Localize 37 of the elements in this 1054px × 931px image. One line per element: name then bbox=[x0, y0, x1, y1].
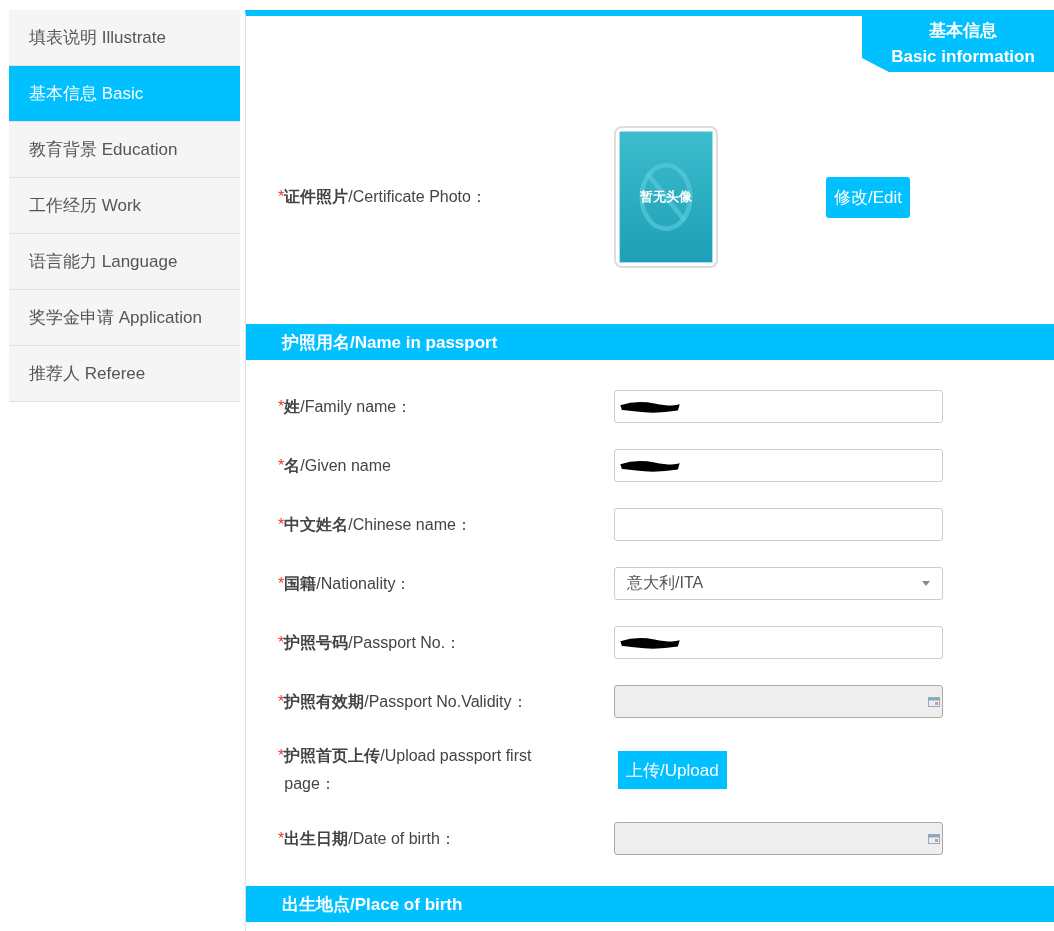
calendar-icon bbox=[928, 696, 940, 707]
field-label: 护照号码/Passport No.： bbox=[284, 632, 462, 653]
sidebar-item[interactable]: 填表说明 Illustrate bbox=[9, 10, 240, 66]
text-field[interactable] bbox=[614, 390, 943, 423]
field-label: 中文姓名/Chinese name： bbox=[284, 514, 472, 535]
required-mark: * bbox=[278, 455, 285, 476]
nationality-dropdown[interactable]: 意大利/ITA bbox=[614, 567, 943, 600]
required-mark: * bbox=[278, 828, 285, 849]
tab-subtitle: Basic information bbox=[891, 46, 1035, 68]
sidebar-item[interactable]: 工作经历 Work bbox=[9, 178, 240, 234]
sidebar-item[interactable]: 教育背景 Education bbox=[9, 122, 240, 178]
field-label: 护照首页上传/Upload passport first page： bbox=[284, 746, 533, 794]
tab-title: 基本信息 bbox=[929, 20, 997, 42]
required-mark: * bbox=[278, 746, 285, 766]
field-label: 姓/Family name： bbox=[284, 396, 413, 417]
sidebar-item[interactable]: 奖学金申请 Application bbox=[9, 290, 240, 346]
photo-text: 暂无头像 bbox=[640, 188, 692, 206]
caret-icon bbox=[922, 581, 930, 586]
required-mark: * bbox=[278, 573, 285, 594]
field-label: 证件照片/Certificate Photo： bbox=[284, 187, 487, 207]
section-title: 护照用名/Name in passport bbox=[282, 331, 498, 354]
sidebar-item[interactable]: 语言能力 Language bbox=[9, 234, 240, 290]
required-mark: * bbox=[278, 187, 285, 207]
section-title: 出生地点/Place of birth bbox=[282, 893, 463, 916]
field-label: 国籍/Nationality： bbox=[284, 573, 412, 594]
required-mark: * bbox=[278, 514, 285, 535]
calendar-icon bbox=[928, 833, 940, 844]
sidebar-item[interactable]: 推荐人 Referee bbox=[9, 346, 240, 402]
required-mark: * bbox=[278, 396, 285, 417]
field-label: 出生日期/Date of birth： bbox=[284, 828, 456, 849]
field-label: 名/Given name bbox=[284, 455, 391, 476]
text-field[interactable] bbox=[614, 626, 943, 659]
text-field[interactable] bbox=[614, 449, 943, 482]
field-label: 护照有效期/Passport No.Validity： bbox=[284, 691, 528, 712]
required-mark: * bbox=[278, 691, 285, 712]
text-field[interactable] bbox=[614, 508, 943, 541]
required-mark: * bbox=[278, 632, 285, 653]
